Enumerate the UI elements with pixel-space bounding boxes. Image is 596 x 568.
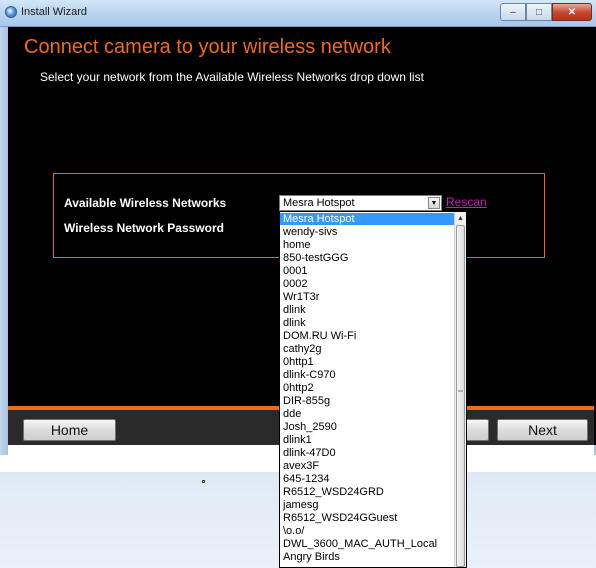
next-button[interactable]: Next [497,419,588,441]
home-button[interactable]: Home [23,419,116,441]
network-option[interactable]: dlink [280,304,455,316]
network-option[interactable]: \o.o/ [280,525,455,537]
dropdown-scrollbar[interactable]: ▲ ═ [454,212,466,567]
install-wizard-icon [5,6,17,18]
network-dropdown-list[interactable]: Mesra Hotspot wendy-sivs home 850-testGGG 00… [279,211,467,568]
network-option[interactable]: 0http2 [280,382,455,394]
network-option[interactable]: DWL_3600_MAC_AUTH_Local [280,538,455,550]
window-frame-left [0,27,8,455]
network-option[interactable]: 850-testGGG [280,252,455,264]
network-option[interactable]: avex3F [280,460,455,472]
network-option[interactable]: Angry Birds [280,551,455,563]
network-option[interactable]: dde [280,408,455,420]
page-instructions: Select your network from the Available W… [40,70,424,84]
network-option[interactable]: 0http1 [280,356,455,368]
password-label: Wireless Network Password [64,221,224,235]
minimize-button[interactable]: – [500,3,526,21]
network-option[interactable]: Wr1T3r [280,291,455,303]
scroll-thumb[interactable]: ═ [456,225,465,567]
network-option[interactable]: 0002 [280,278,455,290]
network-option[interactable]: 0001 [280,265,455,277]
network-option[interactable]: R6512_WSD24GGuest [280,512,455,524]
page-title: Connect camera to your wireless network [24,36,391,58]
network-select[interactable]: Mesra Hotspot ▼ [279,195,442,211]
network-option[interactable]: cathy2g [280,343,455,355]
close-button[interactable]: ✕ [552,3,592,21]
network-option[interactable]: home [280,239,455,251]
network-option[interactable]: Mesra Hotspot [280,213,455,225]
network-option[interactable]: DIR-855g [280,395,455,407]
scroll-grip-icon: ═ [458,388,463,395]
window-controls: – □ ✕ [500,3,592,21]
network-option[interactable]: dlink-47D0 [280,447,455,459]
network-option[interactable]: R6512_WSD24GRD [280,486,455,498]
network-option[interactable]: dlink [280,317,455,329]
minimize-icon: – [510,6,516,18]
network-select-value: Mesra Hotspot [283,197,355,209]
maximize-button[interactable]: □ [526,3,552,21]
networks-label: Available Wireless Networks [64,196,227,210]
network-option[interactable]: dlink1 [280,434,455,446]
scroll-up-arrow-icon[interactable]: ▲ [455,212,466,224]
network-option[interactable]: jamesg [280,499,455,511]
network-option[interactable]: DOM.RU Wi-Fi [280,330,455,342]
network-option[interactable]: Josh_2590 [280,421,455,433]
window-title: Install Wizard [21,6,88,18]
close-icon: ✕ [567,6,577,18]
network-option[interactable]: wendy-sivs [280,226,455,238]
cursor-marker [202,480,205,483]
network-option[interactable]: 645-1234 [280,473,455,485]
rescan-link[interactable]: Rescan [446,195,487,209]
network-option[interactable]: dlink-C970 [280,369,455,381]
title-bar[interactable]: Install Wizard – □ ✕ [0,0,596,27]
maximize-icon: □ [535,6,543,18]
chevron-down-icon[interactable]: ▼ [428,197,440,209]
